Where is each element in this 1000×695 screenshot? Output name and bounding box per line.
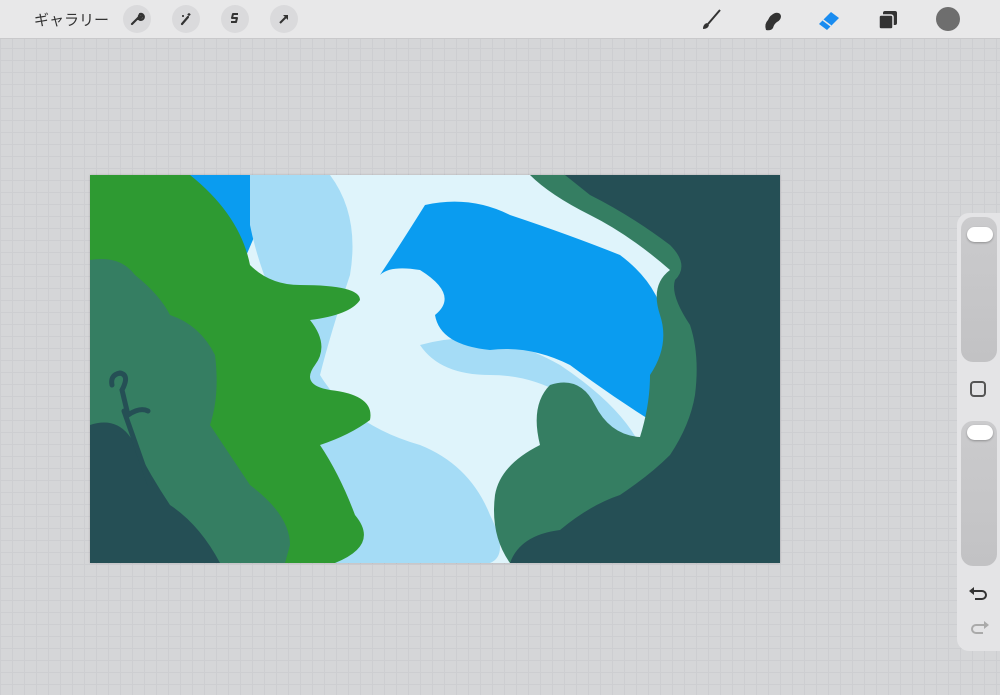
transform-arrow-icon[interactable]	[270, 5, 298, 33]
brush-icon[interactable]	[697, 6, 725, 34]
eraser-icon[interactable]	[815, 6, 843, 34]
drawing-canvas[interactable]	[90, 175, 780, 563]
layers-icon[interactable]	[874, 6, 902, 34]
artwork	[90, 175, 780, 563]
brush-size-thumb[interactable]	[967, 227, 993, 243]
selection-icon[interactable]	[221, 5, 249, 33]
redo-icon[interactable]	[967, 619, 991, 639]
opacity-thumb[interactable]	[967, 425, 993, 440]
wrench-icon[interactable]	[123, 5, 151, 33]
color-swatch[interactable]	[936, 7, 960, 31]
undo-icon[interactable]	[967, 585, 991, 605]
magic-wand-icon[interactable]	[172, 5, 200, 33]
top-toolbar: ギャラリー	[0, 0, 1000, 39]
opacity-slider[interactable]	[961, 421, 997, 566]
smudge-icon[interactable]	[757, 6, 785, 34]
gallery-button[interactable]: ギャラリー	[34, 9, 109, 30]
square-icon[interactable]	[970, 381, 986, 397]
brush-size-slider[interactable]	[961, 217, 997, 362]
right-sidebar	[957, 213, 1000, 651]
